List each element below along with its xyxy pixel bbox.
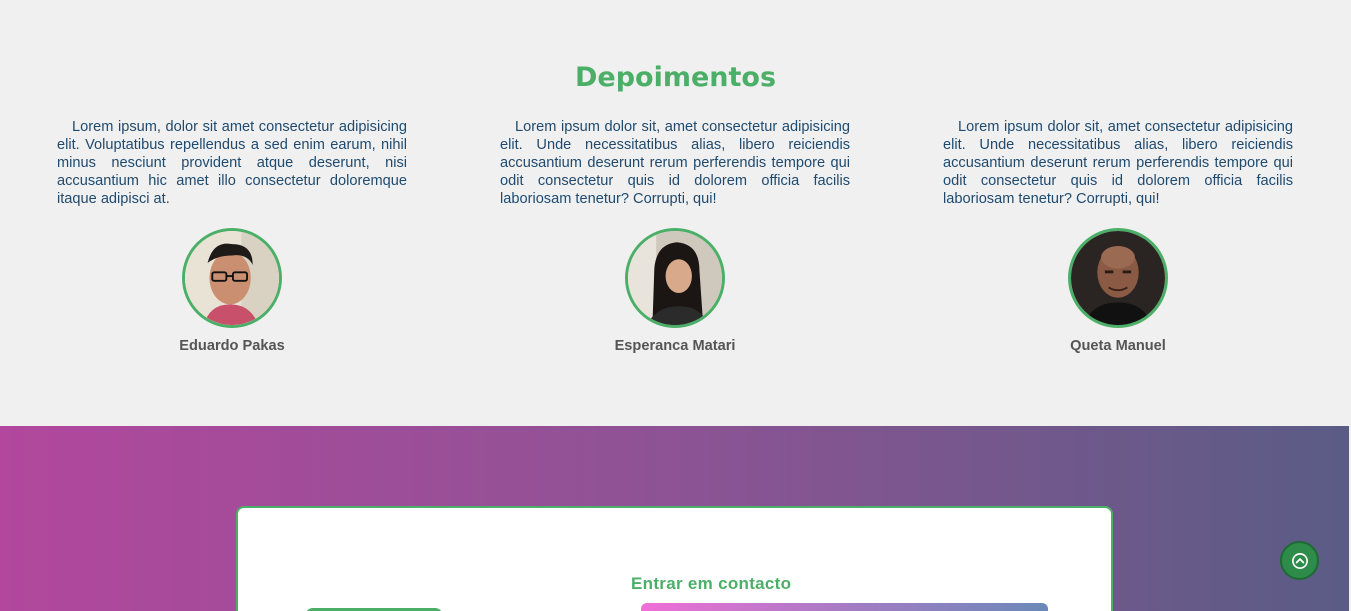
avatar: [182, 228, 282, 328]
avatar: [1068, 228, 1168, 328]
testimonial-card: Lorem ipsum, dolor sit amet consectetur …: [57, 118, 407, 208]
contact-title: Entrar em contacto: [631, 574, 792, 593]
testimonial-card: Lorem ipsum dolor sit, amet consectetur …: [943, 118, 1293, 208]
testimonials-section: Depoimentos Lorem ipsum, dolor sit amet …: [0, 0, 1351, 426]
chevron-up-circle-icon: [1291, 552, 1308, 569]
section-title: Depoimentos: [574, 62, 777, 93]
contact-card: Entrar em contacto: [236, 506, 1113, 611]
testimonial-name: Esperanca Matari: [614, 338, 736, 354]
testimonial-name: Queta Manuel: [1070, 338, 1166, 354]
avatar-young-man-glasses-icon: [185, 231, 279, 325]
contact-section: Entrar em contacto: [0, 426, 1351, 611]
testimonial-card: Lorem ipsum dolor sit, amet consectetur …: [500, 118, 850, 208]
avatar-woman-dark-hair-icon: [628, 231, 722, 325]
testimonial-text: Lorem ipsum dolor sit, amet consectetur …: [500, 119, 850, 207]
contact-form-field[interactable]: [641, 603, 1048, 611]
testimonial-name: Eduardo Pakas: [179, 338, 285, 354]
avatar: [625, 228, 725, 328]
testimonial-text: Lorem ipsum, dolor sit amet consectetur …: [57, 119, 407, 207]
scroll-top-button[interactable]: [1280, 541, 1319, 580]
testimonial-text: Lorem ipsum dolor sit, amet consectetur …: [943, 119, 1293, 207]
avatar-bald-man-icon: [1071, 231, 1165, 325]
